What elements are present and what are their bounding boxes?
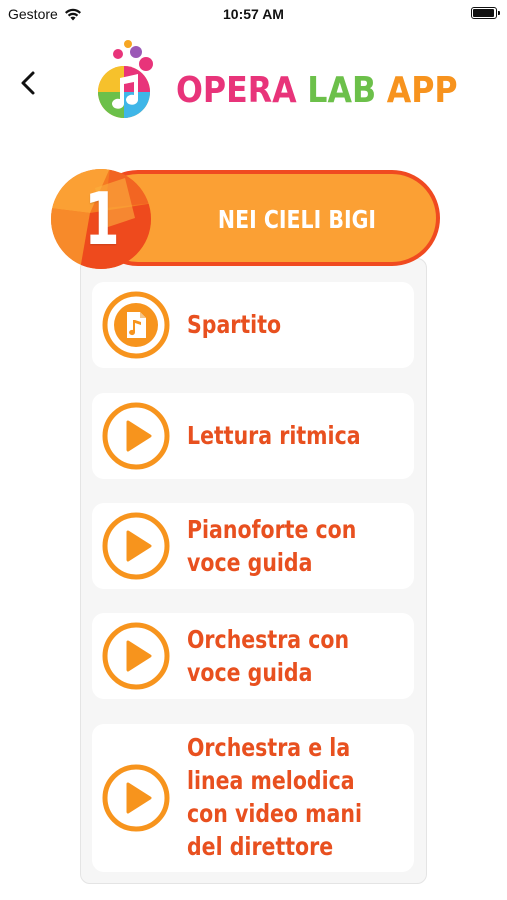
item-orchestra-video-mani-direttore[interactable]: Orchestra e la linea melodica con video … <box>92 724 414 872</box>
app-title: OPERA LAB APP <box>176 66 458 116</box>
status-bar: Gestore 10:57 AM <box>0 0 507 30</box>
play-icon <box>102 402 170 470</box>
item-label: Lettura ritmica <box>187 421 361 450</box>
item-label: Spartito <box>187 310 282 339</box>
item-lettura-ritmica[interactable]: Lettura ritmica <box>92 393 414 479</box>
item-pianoforte-voce-guida[interactable]: Pianoforte con voce guida <box>92 503 414 589</box>
play-icon <box>102 622 170 690</box>
app-title-word-lab: LAB <box>307 70 377 111</box>
app-logo-icon <box>98 40 153 118</box>
section-title: NEI CIELI BIGI <box>217 204 377 234</box>
app-title-word-app: APP <box>386 70 458 111</box>
section-header: 1 NEI CIELI BIGI <box>50 168 442 270</box>
section-number: 1 <box>84 177 120 261</box>
back-button[interactable] <box>14 68 44 98</box>
app-title-word-opera: OPERA <box>176 70 297 111</box>
play-icon <box>102 512 170 580</box>
item-label: Pianoforte con voce guida <box>187 515 357 577</box>
battery-level <box>473 9 494 17</box>
play-icon <box>102 764 170 832</box>
chevron-left-icon <box>21 71 35 95</box>
item-label: Orchestra e la linea melodica con video … <box>187 733 362 861</box>
battery-icon <box>471 7 500 19</box>
status-time: 10:57 AM <box>223 6 284 22</box>
music-sheet-icon <box>102 291 170 359</box>
item-label: Orchestra con voce guida <box>187 625 350 687</box>
item-spartito[interactable]: Spartito <box>92 282 414 368</box>
item-orchestra-voce-guida[interactable]: Orchestra con voce guida <box>92 613 414 699</box>
